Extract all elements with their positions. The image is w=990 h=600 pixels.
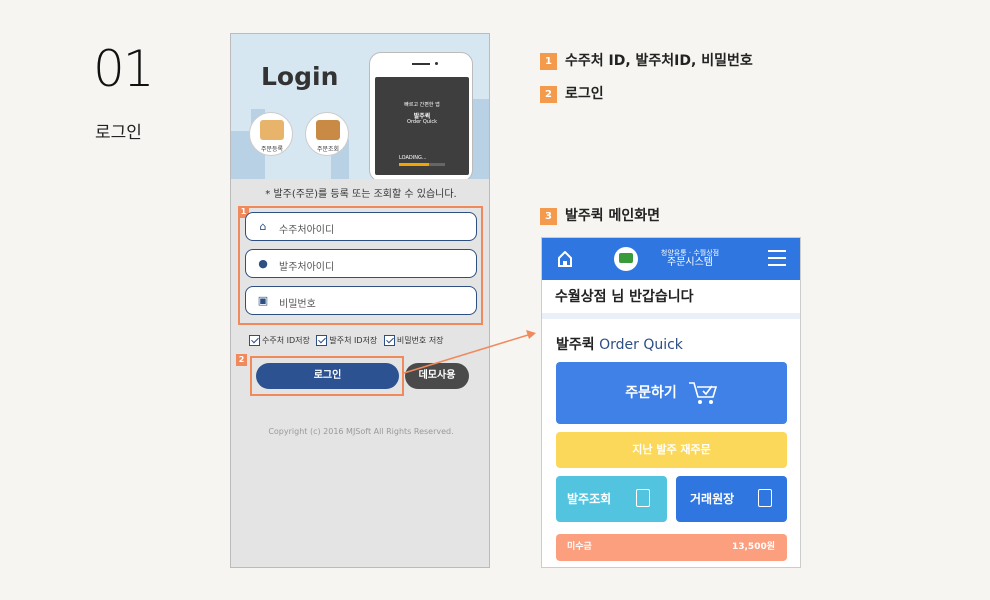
order-search-label: 발주조회 [567,492,612,506]
connector-arrow [403,330,536,374]
ledger-label: 거래원장 [690,492,735,506]
unpaid-value: 13,500원 [731,542,775,552]
unpaid-label: 미수금 [567,542,592,552]
home-icon[interactable] [558,251,572,267]
search-document-icon [636,489,650,507]
cart-icon [688,382,717,404]
reorder-button[interactable]: 지난 발주 재주문 [556,432,787,468]
order-search-button[interactable]: 발주조회 [556,476,667,522]
order-button-label: 주문하기 [625,385,677,401]
main-header: 청양유통 · 수월상점 주문시스템 [542,238,800,280]
ledger-book-icon [758,489,772,507]
divider [542,313,800,319]
brand-en: Order Quick [599,337,683,353]
order-button[interactable]: 주문하기 [556,362,787,424]
brand-title: 발주퀵 Order Quick [556,334,683,354]
greeting: 수월상점 님 반갑습니다 [555,289,694,305]
brand-ko: 발주퀵 [556,337,595,353]
shop-name: 청양유통 · 수월상점 주문시스템 [650,248,730,268]
shop-name-line2: 주문시스템 [667,257,713,268]
shop-logo [614,247,638,271]
unpaid-bar[interactable]: 미수금 13,500원 [556,534,787,561]
main-screen: 청양유통 · 수월상점 주문시스템 수월상점 님 반갑습니다 발주퀵 Order… [541,237,801,568]
hamburger-menu-icon[interactable] [768,250,786,266]
ledger-button[interactable]: 거래원장 [676,476,787,522]
